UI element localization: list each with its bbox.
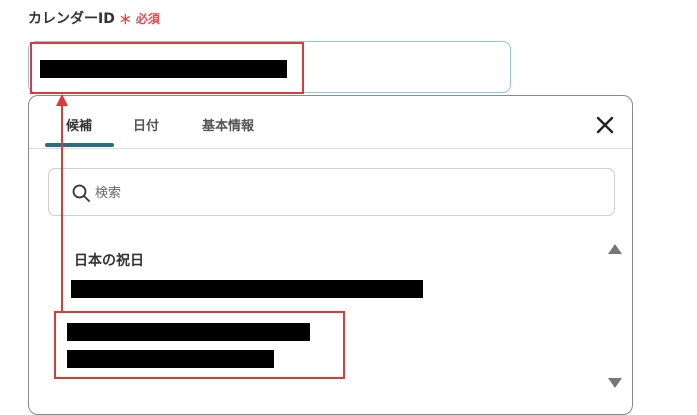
search-icon <box>72 184 90 202</box>
close-button[interactable] <box>592 112 618 138</box>
tab-basic-info[interactable]: 基本情報 <box>202 115 254 134</box>
required-text: 必須 <box>135 11 160 26</box>
highlight-box-input <box>30 42 304 94</box>
highlight-box-item <box>54 311 345 379</box>
tab-date[interactable]: 日付 <box>133 115 159 134</box>
dropdown-tabs: 候補 日付 基本情報 <box>29 96 632 149</box>
scroll-down-icon[interactable] <box>607 377 623 389</box>
scroll-up-icon[interactable] <box>607 243 623 255</box>
search-input[interactable] <box>95 181 395 205</box>
group-title-japan-holidays: 日本の祝日 <box>74 253 144 269</box>
required-asterisk: ＊ <box>118 12 132 28</box>
list-item[interactable] <box>71 280 423 298</box>
active-tab-indicator <box>45 143 114 147</box>
calendar-id-label: カレンダーID ＊ 必須 <box>28 8 160 28</box>
close-icon <box>596 116 614 134</box>
search-box[interactable] <box>48 168 615 216</box>
tab-candidates[interactable]: 候補 <box>66 115 92 134</box>
calendar-id-label-text: カレンダーID <box>28 11 115 27</box>
